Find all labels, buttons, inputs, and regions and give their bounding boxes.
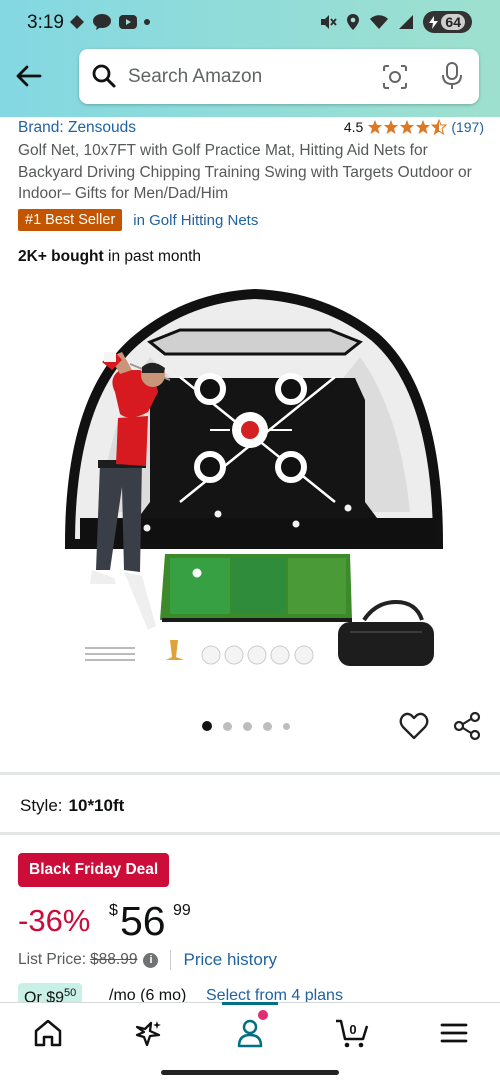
plan-cents: 50 xyxy=(64,987,77,999)
active-tab-indicator xyxy=(222,1002,278,1005)
star-full-icon xyxy=(384,120,399,134)
rufus-sparkle-icon[interactable] xyxy=(133,1017,165,1049)
account-icon[interactable] xyxy=(234,1017,266,1049)
bottom-navigation: 0 xyxy=(0,1002,500,1062)
section-divider xyxy=(0,772,500,775)
teed-ball xyxy=(192,568,202,578)
monthly-plan-row: Or $950 /mo (6 mo) Select from 4 plans xyxy=(18,983,488,1003)
list-price-row: List Price: $88.99 i Price history xyxy=(18,950,277,970)
rubber-tee xyxy=(166,640,184,660)
star-full-icon xyxy=(400,120,415,134)
carousel-dot[interactable] xyxy=(223,721,232,731)
product-image[interactable] xyxy=(60,282,450,670)
price-currency: $ xyxy=(109,902,118,919)
menu-icon[interactable] xyxy=(438,1017,470,1049)
carousel-dot[interactable] xyxy=(283,722,290,730)
status-left-icons xyxy=(68,13,150,31)
carry-bag xyxy=(338,599,434,666)
carousel-dot[interactable] xyxy=(243,721,252,731)
plan-term: /mo (6 mo) xyxy=(109,987,187,1003)
image-carousel-dots[interactable] xyxy=(202,721,290,731)
price-fraction: 99 xyxy=(173,902,191,919)
ground-stakes xyxy=(85,647,135,661)
cart-icon[interactable]: 0 xyxy=(334,1017,370,1049)
monthly-plan-price: Or $950 xyxy=(18,983,83,1003)
youtube-icon xyxy=(119,15,137,29)
location-icon xyxy=(347,14,360,30)
info-icon[interactable]: i xyxy=(143,952,159,968)
divider xyxy=(170,950,172,970)
app-header: 3:19 64 Search Amazon xyxy=(0,0,500,117)
carousel-dot[interactable] xyxy=(263,721,272,731)
back-arrow-icon[interactable] xyxy=(13,60,45,92)
bought-count-bold: 2K+ bought xyxy=(18,248,104,265)
black-friday-deal-badge: Black Friday Deal xyxy=(18,853,170,887)
section-divider xyxy=(0,832,500,835)
battery-icon: 64 xyxy=(423,11,472,33)
target-panel xyxy=(135,378,380,522)
carousel-dot-active[interactable] xyxy=(202,721,212,731)
best-seller-category-link[interactable]: in Golf Hitting Nets xyxy=(133,212,258,229)
net-inner-frame xyxy=(147,328,363,356)
search-input[interactable]: Search Amazon xyxy=(128,66,262,88)
status-bar: 3:19 64 xyxy=(0,0,500,46)
bought-count-rest: in past month xyxy=(103,248,202,265)
cart-count: 0 xyxy=(349,1022,356,1037)
mute-icon xyxy=(321,15,338,29)
photos-icon xyxy=(70,15,84,29)
search-bar[interactable]: Search Amazon xyxy=(79,49,479,104)
style-value: 10*10ft xyxy=(68,796,125,815)
brand-rating-row: Brand: Zensouds 4.5 (197) xyxy=(18,119,484,139)
bought-count: 2K+ bought in past month xyxy=(18,248,201,266)
style-selector[interactable]: Style: 10*10ft xyxy=(20,796,124,816)
list-price-value: $88.99 xyxy=(90,951,138,968)
list-price-label: List Price: xyxy=(18,951,87,968)
talk-icon xyxy=(93,14,111,30)
price-whole: 56 xyxy=(120,898,166,944)
share-icon[interactable] xyxy=(452,711,482,741)
heart-outline-icon[interactable] xyxy=(399,712,429,740)
rating-summary[interactable]: 4.5 (197) xyxy=(344,119,484,135)
discount-percent: -36% xyxy=(18,903,91,938)
gesture-home-bar[interactable] xyxy=(161,1070,339,1075)
select-plan-link[interactable]: Select from 4 plans xyxy=(206,987,343,1003)
golf-balls xyxy=(201,645,314,665)
rating-value: 4.5 xyxy=(343,119,364,135)
star-rating xyxy=(367,119,448,135)
wifi-icon xyxy=(370,15,389,29)
signal-icon xyxy=(399,15,414,29)
star-full-icon xyxy=(368,120,383,134)
home-icon[interactable] xyxy=(32,1017,64,1049)
best-seller-row: #1 Best Seller in Golf Hitting Nets xyxy=(18,208,258,232)
battery-level: 64 xyxy=(441,14,465,30)
camera-search-icon[interactable] xyxy=(381,63,409,91)
review-count[interactable]: (197) xyxy=(451,119,484,135)
account-notification-dot xyxy=(258,1010,268,1020)
best-seller-badge[interactable]: #1 Best Seller xyxy=(18,209,123,231)
style-label: Style: xyxy=(20,796,63,815)
product-title: Golf Net, 10x7FT with Golf Practice Mat,… xyxy=(18,142,472,202)
price-history-link[interactable]: Price history xyxy=(183,950,277,970)
star-full-icon xyxy=(416,120,431,134)
microphone-icon[interactable] xyxy=(439,61,465,91)
status-time: 3:19 xyxy=(27,12,64,33)
star-half-icon xyxy=(431,119,448,135)
brand-link[interactable]: Brand: Zensouds xyxy=(18,119,136,137)
search-icon xyxy=(92,64,116,88)
status-right-icons: 64 xyxy=(319,11,472,33)
notification-dot-icon xyxy=(144,19,150,25)
plan-prefix: Or $9 xyxy=(24,989,65,1003)
